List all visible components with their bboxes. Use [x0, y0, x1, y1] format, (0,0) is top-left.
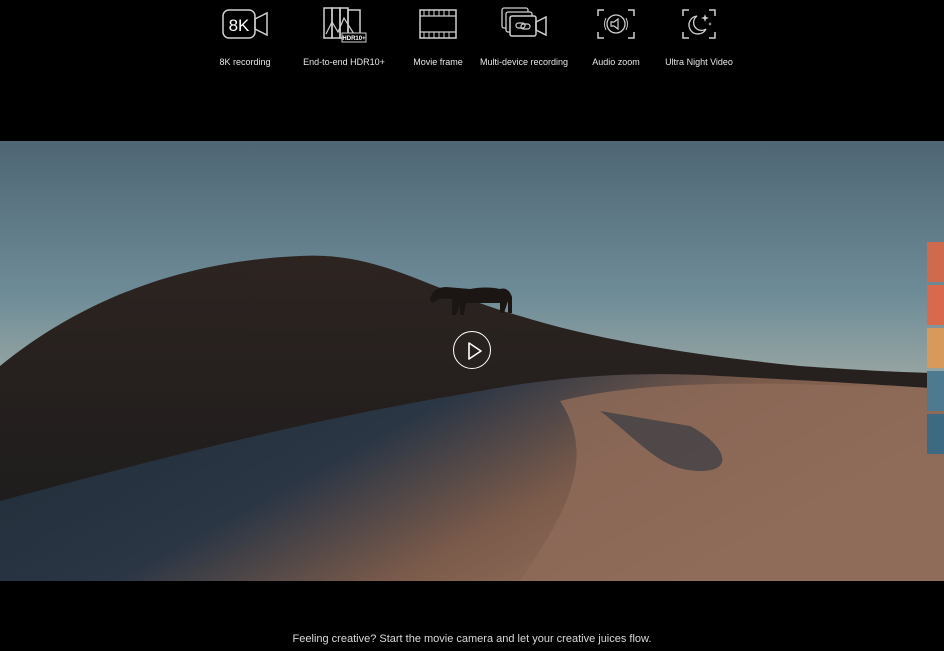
color-swatch[interactable]: [927, 285, 944, 325]
color-swatch[interactable]: [927, 371, 944, 411]
8k-camera-icon: 8K: [221, 4, 269, 44]
film-frame-icon: [414, 4, 462, 44]
feature-label: Ultra Night Video: [665, 57, 733, 67]
color-swatch[interactable]: [927, 328, 944, 368]
play-button[interactable]: [453, 331, 491, 369]
feature-strip: 8K 8K recording HDR10+ End-to-end HDR10+: [0, 0, 944, 80]
video-caption: Feeling creative? Start the movie camera…: [292, 633, 652, 645]
play-icon: [468, 342, 482, 360]
hdr10-plus-icon: HDR10+: [320, 4, 368, 44]
color-swatch-strip: [927, 242, 944, 457]
color-swatch[interactable]: [927, 242, 944, 282]
video-player[interactable]: [0, 141, 944, 581]
svg-text:8K: 8K: [229, 16, 250, 35]
svg-text:HDR10+: HDR10+: [342, 36, 366, 42]
multi-device-camera-icon: [500, 4, 548, 44]
color-swatch[interactable]: [927, 414, 944, 454]
audio-zoom-icon: [592, 4, 640, 44]
night-moon-icon: [675, 4, 723, 44]
feature-ultra-night-video: Ultra Night Video: [639, 4, 759, 68]
